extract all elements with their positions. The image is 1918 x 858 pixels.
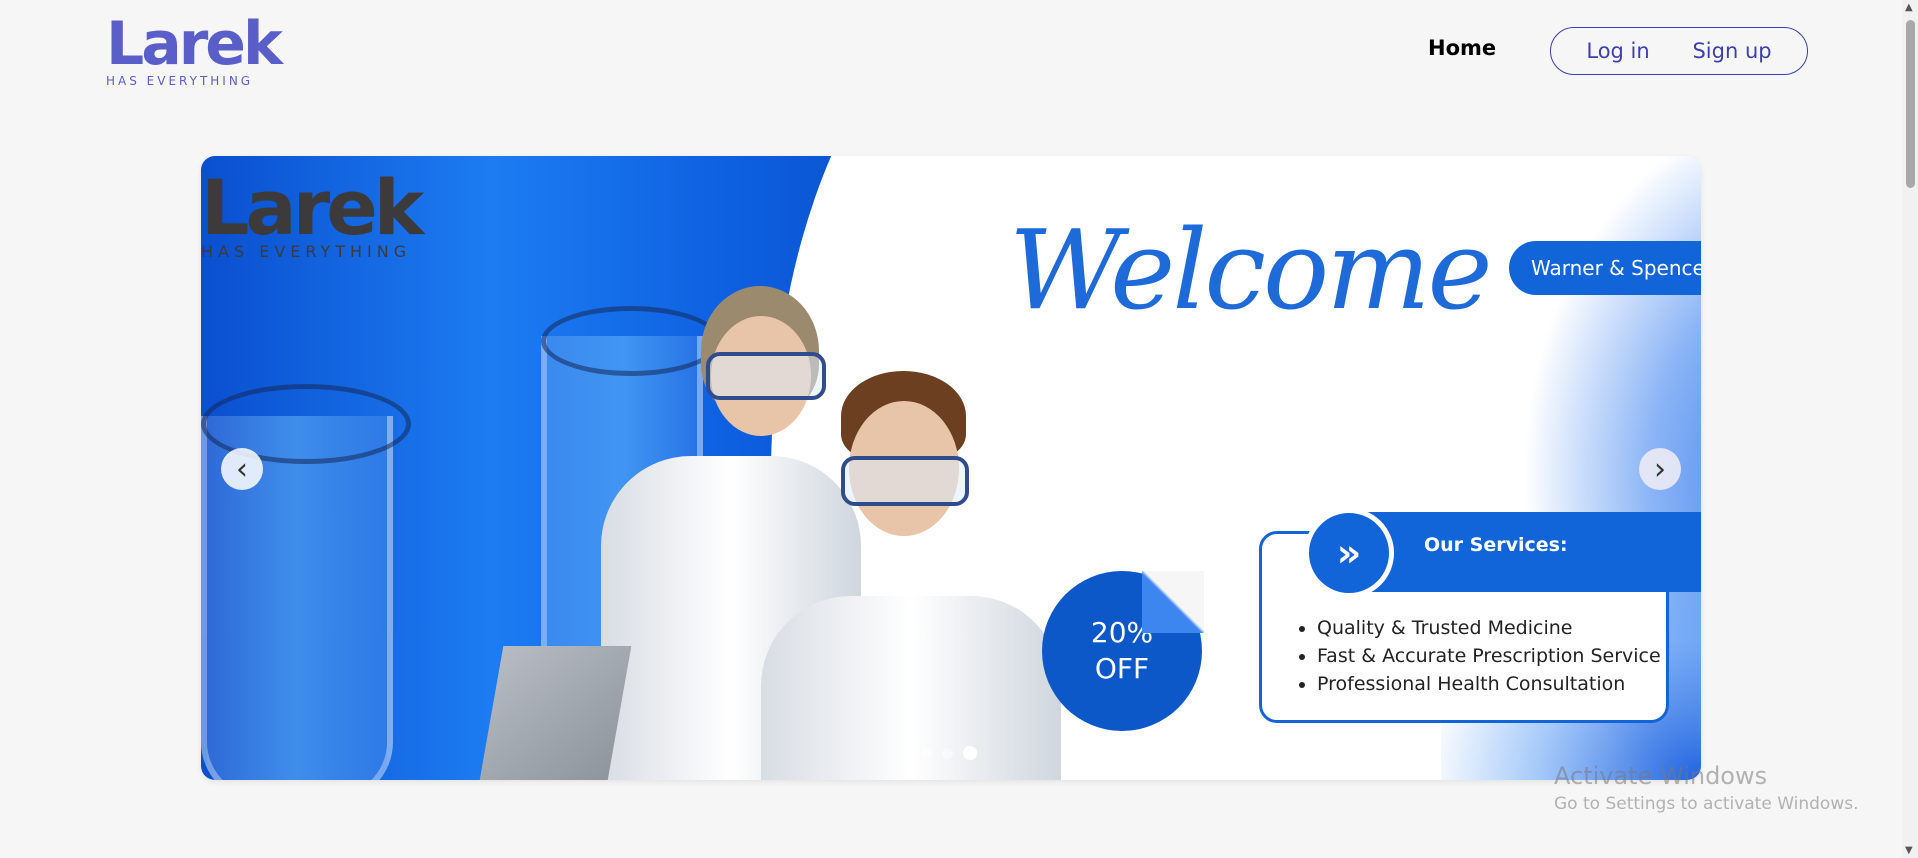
- brand-badge: Warner & Spencer: [1509, 241, 1701, 295]
- watermark-title: Activate Windows: [1554, 762, 1768, 790]
- site-logo[interactable]: Larek HAS EVERYTHING: [106, 9, 283, 88]
- nav-home-link[interactable]: Home: [1428, 36, 1496, 60]
- discount-badge: 20% OFF: [1042, 571, 1204, 731]
- carousel-dot[interactable]: [921, 747, 932, 759]
- watermark-subtitle: Go to Settings to activate Windows.: [1554, 794, 1859, 814]
- auth-buttons: Log in Sign up: [1550, 27, 1808, 75]
- laptop-image: [478, 646, 632, 780]
- windows-activation-watermark: Activate Windows Go to Settings to activ…: [1554, 762, 1859, 814]
- badge-fold: [1142, 571, 1204, 633]
- scroll-down-icon[interactable]: ▼: [1905, 845, 1913, 856]
- slide-logo: Larek HAS EVERYTHING: [201, 163, 424, 262]
- carousel-indicators: [921, 746, 977, 760]
- service-item: Quality & Trusted Medicine: [1317, 614, 1661, 642]
- services-title: Our Services:: [1424, 534, 1568, 556]
- carousel-next-button[interactable]: ›: [1639, 448, 1681, 490]
- slide-logo-tagline: HAS EVERYTHING: [201, 242, 412, 261]
- test-tube-rim: [541, 306, 721, 376]
- logo-wordmark: Larek: [106, 9, 283, 79]
- scrollbar-thumb[interactable]: [1906, 20, 1915, 188]
- page-scrollbar[interactable]: ▲ ▼: [1902, 0, 1918, 858]
- discount-word: OFF: [1094, 652, 1150, 685]
- double-chevron-icon: »: [1304, 508, 1394, 598]
- service-item: Professional Health Consultation: [1317, 670, 1661, 698]
- slide-logo-wordmark: Larek: [201, 163, 424, 252]
- login-button[interactable]: Log in: [1586, 39, 1649, 63]
- logo-tagline: HAS EVERYTHING: [106, 74, 254, 88]
- carousel-dot-active[interactable]: [963, 746, 977, 760]
- chevron-left-icon: ‹: [236, 451, 248, 487]
- chevron-right-icon: ›: [1654, 451, 1666, 487]
- service-item: Fast & Accurate Prescription Service: [1317, 642, 1661, 670]
- carousel-dot[interactable]: [942, 747, 953, 759]
- carousel-prev-button[interactable]: ‹: [221, 448, 263, 490]
- welcome-heading: Welcome: [1009, 206, 1493, 334]
- scroll-up-icon[interactable]: ▲: [1905, 2, 1913, 13]
- services-list: Quality & Trusted Medicine Fast & Accura…: [1299, 614, 1661, 698]
- signup-button[interactable]: Sign up: [1692, 39, 1771, 63]
- hero-carousel: Larek HAS EVERYTHING Welcome Warner & Sp…: [201, 156, 1701, 780]
